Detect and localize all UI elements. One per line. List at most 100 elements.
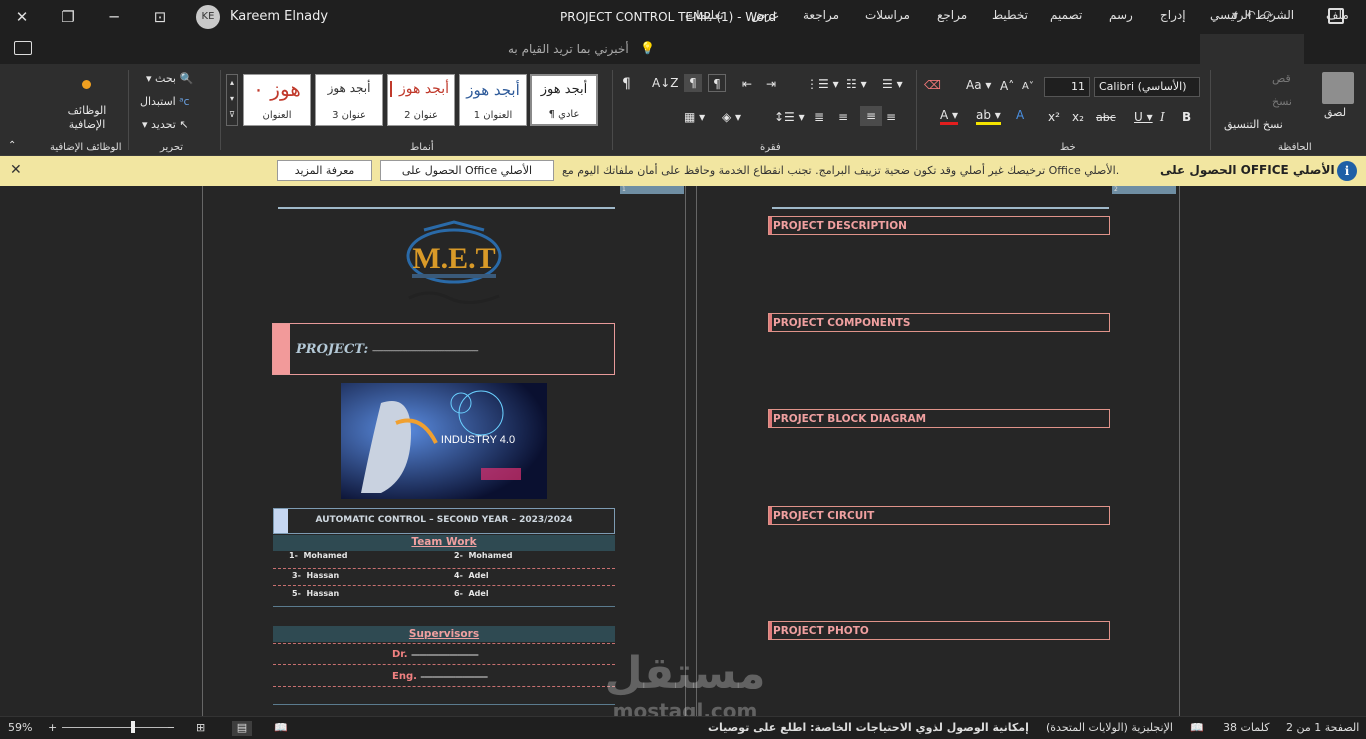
addins-button[interactable]: الوظائف الإضافية bbox=[64, 104, 110, 132]
superscript-icon[interactable]: x² bbox=[1048, 110, 1060, 124]
paste-button[interactable]: لصق bbox=[1324, 106, 1346, 119]
collapse-ribbon-icon[interactable]: ⌃ bbox=[8, 140, 16, 151]
zoom-level[interactable]: 59% bbox=[8, 721, 32, 734]
industry-image[interactable]: INDUSTRY 4.0 bbox=[341, 383, 547, 499]
subscript-icon[interactable]: x₂ bbox=[1072, 110, 1084, 124]
tab-view[interactable]: عرض bbox=[751, 8, 779, 22]
tab-home[interactable]: الشريط الرئيسي bbox=[1210, 8, 1294, 22]
text-effects-icon[interactable]: A bbox=[1016, 108, 1024, 122]
language-indicator[interactable]: الإنجليزية (الولايات المتحدة) bbox=[1046, 721, 1173, 734]
tab-mailings[interactable]: مراسلات bbox=[865, 8, 910, 22]
font-size-select[interactable]: 11 bbox=[1044, 77, 1090, 97]
zoom-slider[interactable] bbox=[62, 727, 168, 728]
tab-review[interactable]: مراجعة bbox=[803, 8, 839, 22]
heading-project-description[interactable]: PROJECT DESCRIPTION bbox=[768, 216, 1110, 235]
replace-button[interactable]: استبدال ᵃc bbox=[140, 95, 190, 108]
section-divider bbox=[273, 704, 615, 705]
course-text: AUTOMATIC CONTROL – SECOND YEAR – 2023/2… bbox=[315, 515, 573, 525]
tab-layout[interactable]: تخطيط bbox=[992, 8, 1028, 22]
avatar[interactable]: KE bbox=[196, 5, 220, 29]
proofing-icon[interactable]: 📖 bbox=[1190, 721, 1204, 734]
align-center-icon[interactable]: ≡ bbox=[860, 106, 882, 126]
style-normal-sample: أبجد هوز bbox=[540, 82, 588, 97]
dr-placeholder[interactable]: ----------------------------------- bbox=[411, 651, 479, 659]
restore-icon[interactable]: ❐ bbox=[56, 5, 80, 29]
rtl-direction-icon[interactable]: ¶ bbox=[708, 74, 726, 92]
style-heading-3[interactable]: أبجد هوز عنوان 3 bbox=[315, 74, 383, 126]
zoom-in-icon[interactable]: + bbox=[48, 721, 57, 734]
accessibility-status[interactable]: إمكانية الوصول لذوي الاحتياجات الخاصة: ا… bbox=[708, 721, 1029, 734]
ribbon-display-options-icon[interactable]: ⊡ bbox=[148, 5, 172, 29]
format-painter-button[interactable]: نسخ التنسيق bbox=[1224, 118, 1283, 131]
minimize-icon[interactable]: ─ bbox=[102, 5, 126, 29]
zoom-slider-thumb[interactable] bbox=[131, 721, 135, 733]
grow-font-icon[interactable]: A˄ bbox=[1000, 79, 1014, 93]
copy-button[interactable]: نسخ bbox=[1272, 95, 1292, 108]
style-heading-3-name: عنوان 3 bbox=[332, 110, 366, 121]
web-layout-icon[interactable]: ⊞ bbox=[196, 721, 205, 734]
shrink-font-icon[interactable]: A˅ bbox=[1022, 81, 1034, 92]
find-button[interactable]: ▾ بحث 🔍 bbox=[146, 72, 193, 85]
multilevel-list-icon[interactable]: ⋮☰ ▾ bbox=[806, 77, 839, 91]
tab-draw[interactable]: رسم bbox=[1109, 8, 1133, 22]
tab-help[interactable]: تعليمات bbox=[685, 8, 724, 22]
project-name-placeholder[interactable]: ----------------------------------------… bbox=[372, 346, 479, 355]
user-name[interactable]: Kareem Elnady bbox=[230, 9, 328, 24]
style-title-sample: هوز ٠ bbox=[253, 77, 301, 101]
bullets-icon[interactable]: ☰ ▾ bbox=[882, 77, 903, 91]
heading-project-photo[interactable]: PROJECT PHOTO bbox=[768, 621, 1110, 640]
line-spacing-icon[interactable]: ↕☰ ▾ bbox=[774, 110, 805, 124]
tab-file[interactable]: ملف bbox=[1326, 8, 1349, 22]
increase-indent-icon[interactable]: ⇥ bbox=[766, 77, 776, 91]
print-layout-icon[interactable]: ▤ bbox=[232, 721, 252, 736]
font-color-icon[interactable]: A ▾ bbox=[940, 108, 959, 125]
close-icon[interactable]: ✕ bbox=[10, 5, 34, 29]
numbering-icon[interactable]: ☷ ▾ bbox=[846, 77, 867, 91]
style-normal[interactable]: أبجد هوز ¶ عادي bbox=[530, 74, 598, 126]
highlight-icon[interactable]: ab ▾ bbox=[976, 108, 1001, 125]
shading-icon[interactable]: ◈ ▾ bbox=[722, 110, 741, 124]
clear-formatting-icon[interactable]: ⌫ bbox=[924, 78, 941, 92]
heading-project-components[interactable]: PROJECT COMPONENTS bbox=[768, 313, 1110, 332]
page-count[interactable]: الصفحة 1 من 2 bbox=[1286, 721, 1359, 734]
tell-me-search[interactable]: أخبرني بما تريد القيام به bbox=[508, 42, 629, 56]
read-mode-icon[interactable]: 📖 bbox=[274, 721, 288, 734]
tab-insert[interactable]: إدراج bbox=[1160, 8, 1186, 22]
align-right-icon[interactable]: ≡ bbox=[886, 110, 896, 124]
cut-button[interactable]: قص bbox=[1272, 72, 1291, 85]
font-name-select[interactable]: Calibri (الأساسي) bbox=[1094, 77, 1200, 97]
ltr-direction-icon[interactable]: ¶ bbox=[684, 74, 702, 92]
decrease-indent-icon[interactable]: ⇤ bbox=[742, 77, 752, 91]
document-canvas[interactable] bbox=[0, 186, 1366, 716]
change-case-icon[interactable]: Aa ▾ bbox=[966, 78, 991, 92]
heading-project-block-diagram[interactable]: PROJECT BLOCK DIAGRAM bbox=[768, 409, 1110, 428]
bold-icon[interactable]: B bbox=[1182, 110, 1191, 124]
style-heading-2[interactable]: أبجد هوز عنوان 2 bbox=[387, 74, 455, 126]
select-button[interactable]: ▾ تحديد ↖ bbox=[142, 118, 189, 131]
comments-icon[interactable] bbox=[14, 41, 32, 55]
mostaql-watermark: مستقل mostaql.com bbox=[605, 648, 766, 722]
member-name: Adel bbox=[468, 571, 489, 580]
align-left-icon[interactable]: ≡ bbox=[838, 110, 848, 124]
heading-project-circuit[interactable]: PROJECT CIRCUIT bbox=[768, 506, 1110, 525]
style-heading-1[interactable]: أبجد هوز العنوان 1 bbox=[459, 74, 527, 126]
eng-placeholder[interactable]: ----------------------------------- bbox=[420, 673, 488, 681]
styles-scroll-icon[interactable]: ▴ ▾ ⊽ bbox=[226, 74, 238, 126]
tab-design[interactable]: تصميم bbox=[1050, 8, 1082, 22]
tab-references[interactable]: مراجع bbox=[937, 8, 967, 22]
addins-icon[interactable] bbox=[82, 80, 91, 89]
close-icon[interactable]: ✕ bbox=[10, 162, 22, 178]
underline-icon[interactable]: U ▾ bbox=[1134, 110, 1153, 124]
show-formatting-marks-icon[interactable]: ¶ bbox=[622, 76, 631, 92]
project-label: PROJECT: bbox=[296, 342, 369, 357]
learn-more-button[interactable]: معرفة المزيد bbox=[277, 160, 372, 181]
paste-icon[interactable] bbox=[1322, 72, 1354, 104]
justify-icon[interactable]: ≣ bbox=[814, 110, 824, 124]
get-office-button[interactable]: الحصول على Office الأصلي bbox=[380, 160, 554, 181]
style-title[interactable]: هوز ٠ العنوان bbox=[243, 74, 311, 126]
strikethrough-icon[interactable]: abc bbox=[1096, 111, 1116, 124]
borders-icon[interactable]: ▦ ▾ bbox=[684, 110, 705, 124]
word-count[interactable]: 38 كلمات bbox=[1223, 721, 1269, 734]
sort-icon[interactable]: A↓Z bbox=[652, 76, 678, 90]
italic-icon[interactable]: I bbox=[1160, 110, 1165, 124]
